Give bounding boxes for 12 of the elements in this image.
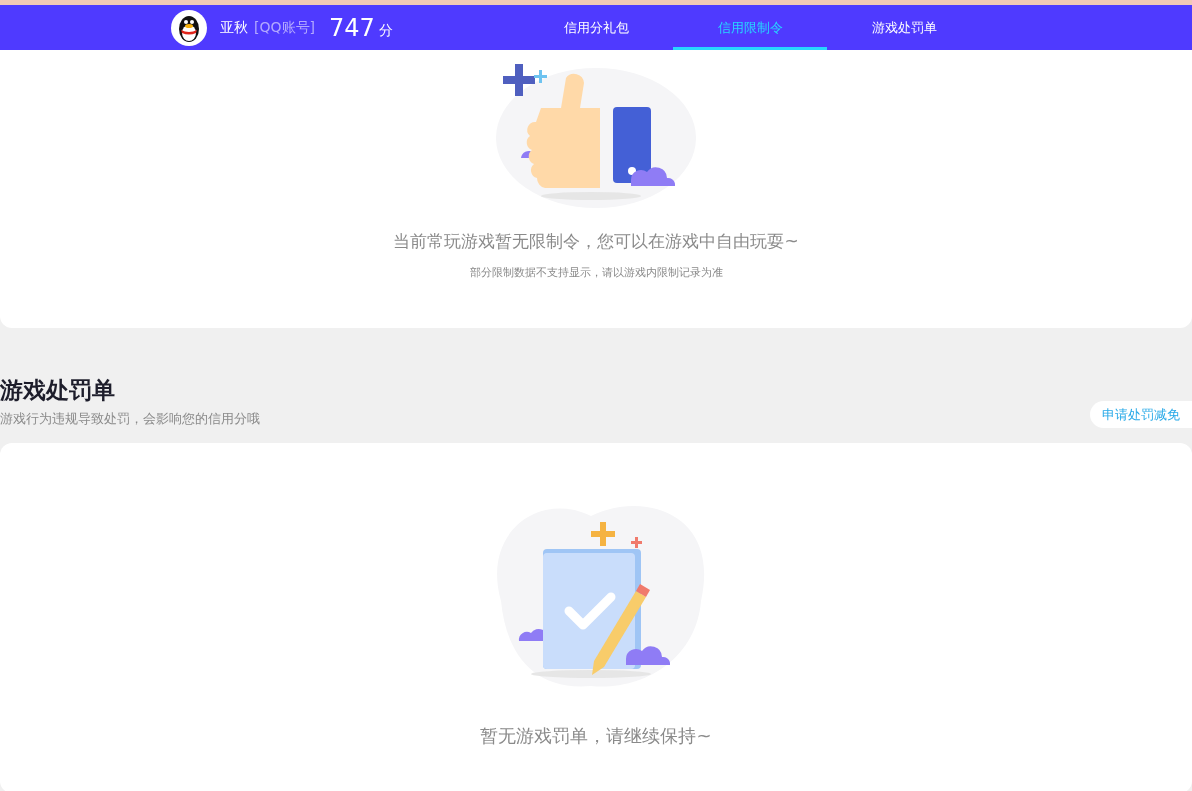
account-type: [QQ账号]: [254, 18, 315, 37]
note-text: 部分限制数据不支持显示，请以游戏内限制记录为准: [469, 265, 723, 280]
section-subtitle: 游戏行为违规导致处罚，会影响您的信用分哦: [0, 410, 260, 428]
empty-message: 当前常玩游戏暂无限制令，您可以在游戏中自由玩耍~: [393, 230, 799, 253]
empty-message: 暂无游戏罚单，请继续保持~: [480, 724, 712, 748]
avatar-icon: [171, 9, 207, 46]
section-title: 游戏处罚单: [0, 376, 116, 405]
score-unit: 分: [378, 21, 393, 40]
nav-tab[interactable]: 游戏处罚单: [827, 5, 981, 50]
nav-tab[interactable]: 信用分礼包: [519, 5, 673, 50]
credit-score: 747: [328, 13, 375, 42]
user-name: 亚秋: [220, 18, 248, 37]
